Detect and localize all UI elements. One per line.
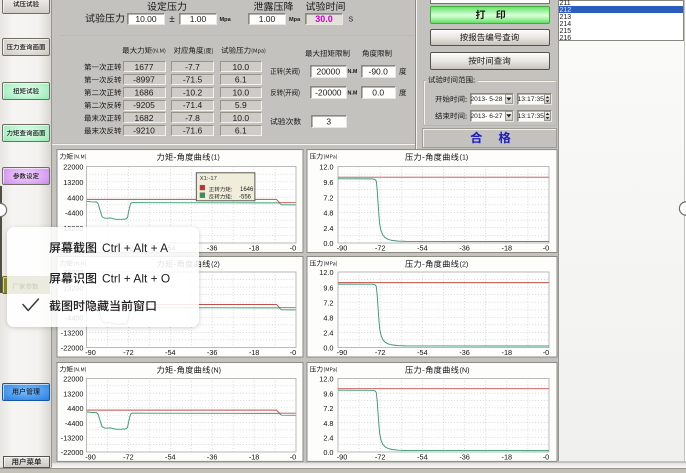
svg-text:Ctrl + Alt + O: Ctrl + Alt + O (102, 272, 170, 286)
svg-text:Ctrl + Alt + A: Ctrl + Alt + A (102, 241, 168, 255)
